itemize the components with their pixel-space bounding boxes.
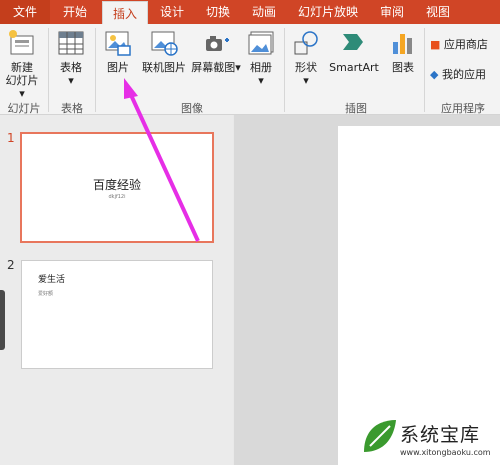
smartart-icon — [343, 34, 363, 50]
tab-animations[interactable]: 动画 — [242, 0, 286, 24]
watermark: 系统宝库 www.xitongbaoku.com — [352, 410, 500, 465]
group-tables-label: 表格 — [61, 102, 83, 115]
table-icon — [58, 31, 84, 55]
chevron-down-icon: ▾ — [68, 74, 74, 87]
shapes-button[interactable]: 形状 ▾ — [288, 28, 324, 87]
slide-thumbnail-panel: 1 百度经验 dkjf12i 2 爱生活 爱好额 — [0, 115, 233, 465]
online-picture-icon — [151, 31, 178, 56]
album-icon — [248, 31, 274, 55]
ribbon-insert: 新建 幻灯片▾ 表格 ▾ 图片 联机图片 屏幕截图▾ 相册 ▾ 形状 ▾ Sma… — [0, 24, 500, 115]
tab-review[interactable]: 审阅 — [370, 0, 414, 24]
chevron-down-icon: ▾ — [303, 74, 309, 87]
album-label: 相册 — [250, 61, 272, 74]
leaf-logo-icon — [364, 420, 396, 452]
store-button[interactable]: ■ 应用商店 — [430, 38, 500, 51]
table-label: 表格 — [60, 61, 82, 74]
chart-icon — [393, 34, 412, 54]
tab-view[interactable]: 视图 — [416, 0, 460, 24]
chevron-down-icon: ▾ — [258, 74, 264, 87]
divider — [95, 28, 96, 112]
screenshot-label: 屏幕截图▾ — [191, 61, 241, 74]
ribbon-tab-bar: 文件 开始 插入 设计 切换 动画 幻灯片放映 审阅 视图 — [0, 0, 500, 25]
online-picture-label: 联机图片 — [142, 61, 186, 74]
new-slide-icon — [9, 30, 34, 55]
new-slide-label-1: 新建 — [11, 61, 33, 74]
store-label: 应用商店 — [443, 38, 488, 51]
slide-subtitle: 爱好额 — [38, 291, 54, 297]
tab-design[interactable]: 设计 — [150, 0, 194, 24]
group-images-label: 图像 — [181, 102, 203, 115]
slide-thumbnail-2[interactable]: 爱生活 爱好额 — [21, 260, 213, 369]
online-picture-button[interactable]: 联机图片 — [139, 28, 189, 74]
screenshot-button[interactable]: 屏幕截图▾ — [190, 28, 242, 74]
slide-number: 2 — [7, 258, 15, 272]
table-button[interactable]: 表格 ▾ — [54, 28, 88, 87]
my-apps-button[interactable]: ◆ 我的应用 — [430, 68, 500, 81]
group-apps-label: 应用程序 — [441, 102, 485, 115]
slide-title: 百度经验 — [92, 178, 141, 192]
picture-label: 图片 — [107, 61, 129, 74]
store-icon: ■ — [430, 38, 441, 51]
slide-thumbnail-1[interactable]: 百度经验 dkjf12i — [20, 132, 214, 243]
tab-file[interactable]: 文件 — [0, 0, 50, 24]
smartart-label: SmartArt — [329, 61, 379, 74]
tab-slideshow[interactable]: 幻灯片放映 — [290, 0, 366, 24]
divider — [284, 28, 285, 112]
chart-label: 图表 — [392, 61, 414, 74]
picture-icon — [105, 31, 131, 56]
tab-insert[interactable]: 插入 — [102, 1, 148, 25]
watermark-url: www.xitongbaoku.com — [400, 448, 491, 457]
group-illustrations-label: 插图 — [345, 102, 367, 115]
group-slides-label: 幻灯片 — [7, 102, 41, 115]
tab-transitions[interactable]: 切换 — [196, 0, 240, 24]
watermark-name: 系统宝库 — [400, 424, 481, 446]
new-slide-label-2: 幻灯片▾ — [5, 74, 39, 100]
shapes-label: 形状 — [295, 61, 317, 74]
panel-scroll-handle[interactable] — [0, 290, 5, 350]
chart-button[interactable]: 图表 — [386, 28, 420, 74]
smartart-button[interactable]: SmartArt — [326, 28, 382, 74]
picture-button[interactable]: 图片 — [100, 28, 136, 74]
divider — [48, 28, 49, 112]
shapes-icon — [294, 31, 318, 55]
slide-subtitle: dkjf12i — [108, 194, 126, 200]
tab-home[interactable]: 开始 — [50, 0, 100, 24]
my-apps-label: 我的应用 — [441, 68, 486, 81]
divider — [424, 28, 425, 112]
slide-number: 1 — [7, 131, 15, 145]
my-apps-icon: ◆ — [430, 68, 439, 81]
new-slide-button[interactable]: 新建 幻灯片▾ — [4, 28, 40, 100]
album-button[interactable]: 相册 ▾ — [243, 28, 279, 87]
slide-title: 爱生活 — [38, 275, 66, 285]
camera-icon — [206, 36, 229, 51]
